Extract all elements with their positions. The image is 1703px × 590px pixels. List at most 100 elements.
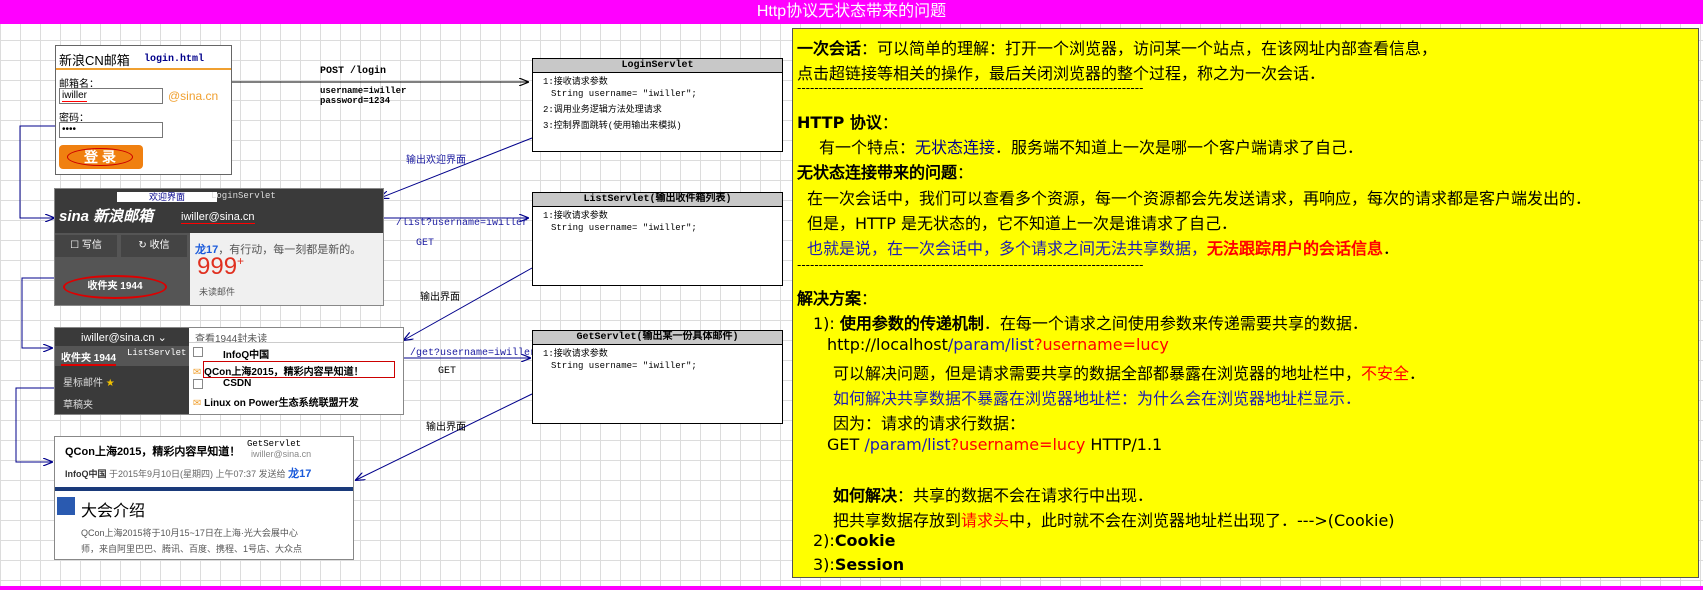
login-brand: 新浪CN邮箱 xyxy=(59,53,130,68)
login-servlet-line: 3:控制界面跳转(使用输出来模拟) xyxy=(543,121,682,131)
welcome-tag: 欢迎界面 xyxy=(117,192,217,202)
receive-label: 收信 xyxy=(149,240,170,251)
email-input[interactable]: iwiller xyxy=(59,88,163,104)
get-servlet-line: 1:接收请求参数 xyxy=(543,349,608,359)
login-button-label: 登 录 xyxy=(67,148,133,166)
mail-icon: ✉ xyxy=(193,398,202,409)
post-param-username: username=iwiller xyxy=(320,86,407,96)
list-user[interactable]: iwiller@sina.cn ⌄ xyxy=(81,331,167,344)
welcome-user[interactable]: iwiller@sina.cn xyxy=(181,211,255,224)
list-servlet-line: String username= "iwiller"; xyxy=(551,223,697,233)
arrow-welcome xyxy=(380,137,533,198)
get-request-method: GET xyxy=(438,366,457,377)
mail-user: iwiller@sina.cn xyxy=(251,449,312,459)
arrow-welcome-to-list xyxy=(21,277,54,348)
note-solution-title: 解决方案： xyxy=(797,289,878,308)
mail-body: QCon上海2015将于10月15~17日在上海·光大会展中心 师，来自阿里巴巴… xyxy=(81,525,302,557)
post-params: username=iwiller password=1234 xyxy=(320,86,406,106)
checkbox[interactable] xyxy=(193,379,203,389)
list-item[interactable]: ✉ QCon上海2015，精彩内容早知道！ xyxy=(193,363,364,378)
get-servlet-title: GetServlet(输出某一份具体邮件) xyxy=(533,331,782,345)
mail-to: 龙17 xyxy=(288,468,312,480)
get-servlet-line: String username= "iwiller"; xyxy=(551,361,697,371)
login-form-screenshot: 新浪CN邮箱 login.html 邮箱名： iwiller @sina.cn … xyxy=(55,45,232,175)
get-output-label: 输出界面 xyxy=(426,423,466,434)
write-button[interactable]: ☐ 写信 xyxy=(55,235,117,257)
get-servlet-box: GetServlet(输出某一份具体邮件) 1:接收请求参数 String us… xyxy=(532,330,783,424)
get-servlet-label: GetServlet xyxy=(247,439,302,449)
checkbox[interactable] xyxy=(193,347,203,357)
post-label: POST /login xyxy=(320,66,387,77)
mail-from: InfoQ中国 xyxy=(65,469,107,479)
sina-logo: sina 新浪邮箱 xyxy=(59,208,154,225)
login-file-label: login.html xyxy=(144,54,205,65)
note-session: 一次会话：可以简单的理解：打开一个浏览器，访问某一个站点，在该网址内部查看信息， xyxy=(797,39,1438,58)
arrow-list-output xyxy=(404,267,533,340)
login-servlet-line: String username= "iwiller"; xyxy=(551,89,697,99)
note-solution-1-l3: 因为：请求的请求行数据： xyxy=(833,414,1026,433)
mail-meta: InfoQ中国 于2015年9月10日(星期四) 上午07:37 发送给 龙17 xyxy=(65,465,311,481)
receive-button[interactable]: ↻ 收信 xyxy=(121,235,187,257)
note-problem-3: 也就是说，在一次会话中，多个请求之间无法共享数据，无法跟踪用户的会话信息． xyxy=(807,239,1400,258)
star-icon: ★ xyxy=(105,378,115,389)
mail-icon: ✉ xyxy=(193,367,202,378)
list-servlet-box: ListServlet(输出收件箱列表) 1:接收请求参数 String use… xyxy=(532,192,783,286)
login-servlet-line: 2:调用业务逻辑方法处理请求 xyxy=(543,105,662,115)
note-http-title: HTTP 协议： xyxy=(797,113,898,132)
welcome-servlet-label: LoginServlet xyxy=(211,191,276,201)
inbox-link[interactable]: 收件夹 1944 xyxy=(63,275,167,299)
list-screenshot: iwiller@sina.cn ⌄ 收件夹 1944 ListServlet 星… xyxy=(54,327,404,415)
unread-count-value: 999 xyxy=(197,253,238,280)
drafts-folder[interactable]: 草稿夹 xyxy=(63,396,93,411)
note-solution-1-l2: 如何解决共享数据不暴露在浏览器地址栏：为什么会在浏览器地址栏显示． xyxy=(833,389,1362,408)
login-servlet-title: LoginServlet xyxy=(533,59,782,73)
note-session-solution: 3):Session xyxy=(813,555,905,574)
unread-label: 未读邮件 xyxy=(199,287,236,297)
note-how: 如何解决：共享的数据不会在请求行中出现． xyxy=(833,486,1154,505)
mail-date: 于2015年9月10日(星期四) 上午07:37 发送给 xyxy=(109,469,286,479)
get-request-url: /get?username=iwiller xyxy=(410,348,537,359)
note-url: http://localhost/param/list?username=luc… xyxy=(827,335,1169,354)
list-servlet-title: ListServlet(输出收件箱列表) xyxy=(533,193,782,207)
note-solution-1-l1: 可以解决问题，但是请求需要共享的数据全部都暴露在浏览器的地址栏中，不安全． xyxy=(833,364,1426,383)
list-servlet-label: ListServlet xyxy=(127,348,187,358)
mail-body-line: 师，来自阿里巴巴、腾讯、百度、携程、1号店、大众点 xyxy=(81,544,303,554)
list-inbox[interactable]: 收件夹 1944 xyxy=(61,349,117,366)
post-param-password: password=1234 xyxy=(320,96,391,106)
welcome-screenshot: 欢迎界面 LoginServlet sina 新浪邮箱 iwiller@sina… xyxy=(54,188,384,306)
notes-panel: 一次会话：可以简单的理解：打开一个浏览器，访问某一个站点，在该网址内部查看信息，… xyxy=(792,28,1699,578)
list-servlet-line: 1:接收请求参数 xyxy=(543,211,608,221)
login-button[interactable]: 登 录 xyxy=(59,145,143,169)
login-servlet-line: 1:接收请求参数 xyxy=(543,77,608,87)
note-get-line: GET /param/list?username=lucy HTTP/1.1 xyxy=(827,435,1163,454)
write-label: 写信 xyxy=(81,240,102,251)
list-request-method: GET xyxy=(416,238,435,249)
bottom-bar xyxy=(0,586,1703,590)
note-problem-title: 无状态连接带来的问题： xyxy=(797,163,974,182)
list-request-url: /list?username=iwiller xyxy=(396,218,529,229)
note-problem-1: 在一次会话中，我们可以查看多个资源，每一个资源都会先发送请求，再响应，每次的请求… xyxy=(807,189,1592,208)
list-item[interactable]: InfoQ中国 xyxy=(193,346,269,361)
get-screenshot: QCon上海2015，精彩内容早知道！ GetServlet iwiller@s… xyxy=(54,436,354,560)
mail-subject: QCon上海2015，精彩内容早知道！ xyxy=(65,446,241,458)
note-solution-1: 1): 使用参数的传递机制．在每一个请求之间使用参数来传递需要共享的数据． xyxy=(813,314,1368,333)
login-servlet-box: LoginServlet 1:接收请求参数 String username= "… xyxy=(532,58,783,152)
note-how-2: 把共享数据存放到请求头中，此时就不会在浏览器地址栏出现了．--->(Cookie… xyxy=(833,511,1395,530)
separator: ----------------------------------------… xyxy=(797,258,1144,272)
welcome-output-label: 输出欢迎界面 xyxy=(406,156,466,167)
arrow-login-to-welcome xyxy=(19,125,57,218)
note-cookie: 2):Cookie xyxy=(813,531,896,550)
note-problem-2: 但是，HTTP 是无状态的，它不知道上一次是谁请求了自己． xyxy=(807,214,1238,233)
note-http-feature: 有一个特点：无状态连接．服务端不知道上一次是哪一个客户端请求了自己． xyxy=(819,138,1364,157)
unread-count: 999+ xyxy=(197,253,245,280)
section-title: 大会介绍 xyxy=(81,503,146,520)
mail-body-line: QCon上海2015将于10月15~17日在上海·光大会展中心 xyxy=(81,528,298,538)
list-item[interactable]: CSDN xyxy=(193,378,251,389)
starred-folder[interactable]: 星标邮件 ★ xyxy=(63,374,115,389)
list-output-label: 输出界面 xyxy=(420,293,460,304)
password-input[interactable]: •••• xyxy=(59,122,163,138)
section-marker xyxy=(57,497,75,515)
list-item[interactable]: ✉ Linux on Power生态系统联盟开发 xyxy=(193,394,359,409)
separator: ----------------------------------------… xyxy=(797,81,1144,95)
email-domain: @sina.cn xyxy=(168,89,219,103)
